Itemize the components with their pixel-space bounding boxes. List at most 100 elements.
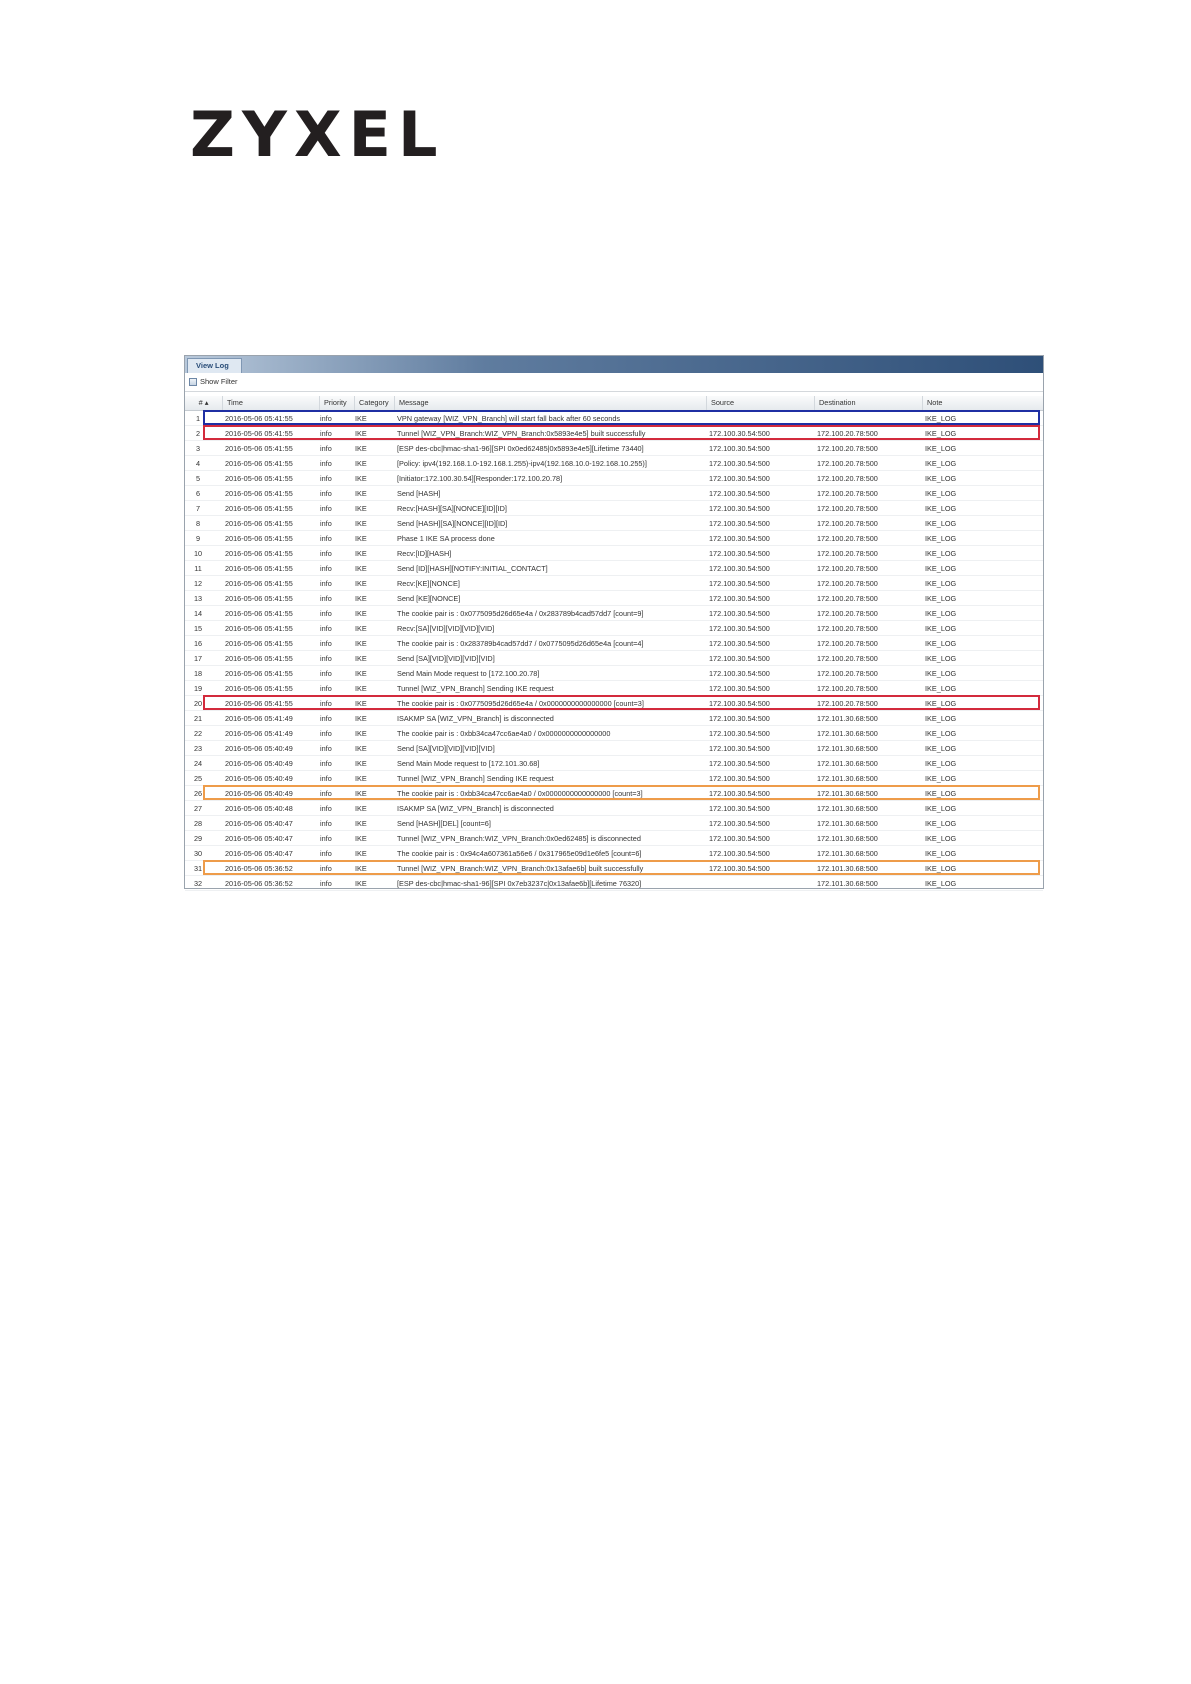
row-message: Send [SA][VID][VID][VID][VID] bbox=[397, 654, 495, 663]
log-row[interactable]: 14 2016-05-06 05:41:55 info IKE The cookie p… bbox=[185, 606, 1043, 621]
column-header-note[interactable]: Note bbox=[923, 396, 1043, 410]
row-category: IKE bbox=[355, 639, 367, 648]
log-row[interactable]: 24 2016-05-06 05:40:49 info IKE Send Main Mo… bbox=[185, 756, 1043, 771]
row-destination: 172.100.20.78:500 bbox=[817, 684, 878, 693]
row-source: 172.100.30.54:500 bbox=[709, 474, 770, 483]
row-note: IKE_LOG bbox=[925, 819, 957, 828]
column-header-priority[interactable]: Priority bbox=[320, 396, 355, 410]
log-row[interactable]: 11 2016-05-06 05:41:55 info IKE Send [ID][HA… bbox=[185, 561, 1043, 576]
row-time: 2016-05-06 05:40:47 bbox=[225, 819, 293, 828]
row-number: 16 bbox=[193, 639, 203, 648]
row-number: 10 bbox=[193, 549, 203, 558]
log-row[interactable]: 17 2016-05-06 05:41:55 info IKE Send [SA][VI… bbox=[185, 651, 1043, 666]
log-row[interactable]: 9 2016-05-06 05:41:55 info IKE Phase 1 IKE S… bbox=[185, 531, 1043, 546]
row-message: Recv:[KE][NONCE] bbox=[397, 579, 460, 588]
log-row[interactable]: 15 2016-05-06 05:41:55 info IKE Recv:[SA][VI… bbox=[185, 621, 1043, 636]
row-number: 9 bbox=[195, 534, 201, 543]
row-destination: 172.100.20.78:500 bbox=[817, 474, 878, 483]
row-priority: info bbox=[320, 624, 332, 633]
row-destination: 172.100.20.78:500 bbox=[817, 429, 878, 438]
row-category: IKE bbox=[355, 849, 367, 858]
row-note: IKE_LOG bbox=[925, 639, 957, 648]
log-row[interactable]: 31 2016-05-06 05:36:52 info IKE Tunnel [WIZ_… bbox=[185, 861, 1043, 876]
row-destination: 172.100.20.78:500 bbox=[817, 549, 878, 558]
row-category: IKE bbox=[355, 609, 367, 618]
row-destination: 172.100.20.78:500 bbox=[817, 489, 878, 498]
log-row[interactable]: 4 2016-05-06 05:41:55 info IKE [Policy: ipv4… bbox=[185, 456, 1043, 471]
log-row[interactable]: 16 2016-05-06 05:41:55 info IKE The cookie p… bbox=[185, 636, 1043, 651]
row-number: 18 bbox=[193, 669, 203, 678]
row-number: 14 bbox=[193, 609, 203, 618]
row-category: IKE bbox=[355, 774, 367, 783]
row-time: 2016-05-06 05:40:49 bbox=[225, 774, 293, 783]
log-row[interactable]: 18 2016-05-06 05:41:55 info IKE Send Main Mo… bbox=[185, 666, 1043, 681]
log-row[interactable]: 1 2016-05-06 05:41:55 info IKE VPN gateway [… bbox=[185, 411, 1043, 426]
log-row[interactable]: 27 2016-05-06 05:40:48 info IKE ISAKMP SA [W… bbox=[185, 801, 1043, 816]
row-priority: info bbox=[320, 564, 332, 573]
column-header-source[interactable]: Source bbox=[707, 396, 815, 410]
column-header-number[interactable]: # ▴ bbox=[185, 396, 223, 410]
row-note: IKE_LOG bbox=[925, 594, 957, 603]
log-row[interactable]: 23 2016-05-06 05:40:49 info IKE Send [SA][VI… bbox=[185, 741, 1043, 756]
row-category: IKE bbox=[355, 504, 367, 513]
row-note: IKE_LOG bbox=[925, 864, 957, 873]
row-message: Recv:[HASH][SA][NONCE][ID][ID] bbox=[397, 504, 507, 513]
row-time: 2016-05-06 05:41:55 bbox=[225, 624, 293, 633]
row-category: IKE bbox=[355, 714, 367, 723]
row-number: 24 bbox=[193, 759, 203, 768]
row-destination: 172.100.20.78:500 bbox=[817, 564, 878, 573]
column-header-message[interactable]: Message bbox=[395, 396, 707, 410]
row-source: 172.100.30.54:500 bbox=[709, 579, 770, 588]
log-row[interactable]: 28 2016-05-06 05:40:47 info IKE Send [HASH][… bbox=[185, 816, 1043, 831]
row-priority: info bbox=[320, 549, 332, 558]
row-note: IKE_LOG bbox=[925, 609, 957, 618]
row-note: IKE_LOG bbox=[925, 714, 957, 723]
row-number: 13 bbox=[193, 594, 203, 603]
log-row[interactable]: 2 2016-05-06 05:41:55 info IKE Tunnel [WIZ_V… bbox=[185, 426, 1043, 441]
row-category: IKE bbox=[355, 594, 367, 603]
log-row[interactable]: 19 2016-05-06 05:41:55 info IKE Tunnel [WIZ_… bbox=[185, 681, 1043, 696]
show-filter-link[interactable]: Show Filter bbox=[200, 373, 238, 391]
row-category: IKE bbox=[355, 864, 367, 873]
row-priority: info bbox=[320, 429, 332, 438]
row-time: 2016-05-06 05:41:55 bbox=[225, 519, 293, 528]
row-time: 2016-05-06 05:41:55 bbox=[225, 654, 293, 663]
log-row[interactable]: 30 2016-05-06 05:40:47 info IKE The cookie p… bbox=[185, 846, 1043, 861]
log-row[interactable]: 10 2016-05-06 05:41:55 info IKE Recv:[ID][HA… bbox=[185, 546, 1043, 561]
row-note: IKE_LOG bbox=[925, 474, 957, 483]
row-priority: info bbox=[320, 609, 332, 618]
log-row[interactable]: 12 2016-05-06 05:41:55 info IKE Recv:[KE][NO… bbox=[185, 576, 1043, 591]
log-row[interactable]: 13 2016-05-06 05:41:55 info IKE Send [KE][NO… bbox=[185, 591, 1043, 606]
row-source: 172.100.30.54:500 bbox=[709, 669, 770, 678]
log-row[interactable]: 26 2016-05-06 05:40:49 info IKE The cookie p… bbox=[185, 786, 1043, 801]
column-header-destination[interactable]: Destination bbox=[815, 396, 923, 410]
log-row[interactable]: 7 2016-05-06 05:41:55 info IKE Recv:[HASH][S… bbox=[185, 501, 1043, 516]
column-header-time[interactable]: Time bbox=[223, 396, 320, 410]
row-priority: info bbox=[320, 534, 332, 543]
log-row[interactable]: 22 2016-05-06 05:41:49 info IKE The cookie p… bbox=[185, 726, 1043, 741]
row-priority: info bbox=[320, 864, 332, 873]
row-destination: 172.101.30.68:500 bbox=[817, 879, 878, 888]
filter-icon[interactable] bbox=[189, 378, 197, 386]
row-number: 5 bbox=[195, 474, 201, 483]
log-row[interactable]: 8 2016-05-06 05:41:55 info IKE Send [HASH][S… bbox=[185, 516, 1043, 531]
row-time: 2016-05-06 05:41:55 bbox=[225, 669, 293, 678]
log-row[interactable]: 29 2016-05-06 05:40:47 info IKE Tunnel [WIZ_… bbox=[185, 831, 1043, 846]
row-destination: 172.100.20.78:500 bbox=[817, 519, 878, 528]
log-row[interactable]: 32 2016-05-06 05:36:52 info IKE [ESP des-cbc… bbox=[185, 876, 1043, 891]
log-row[interactable]: 25 2016-05-06 05:40:49 info IKE Tunnel [WIZ_… bbox=[185, 771, 1043, 786]
row-number: 7 bbox=[195, 504, 201, 513]
log-row[interactable]: 3 2016-05-06 05:41:55 info IKE [ESP des-cbc|… bbox=[185, 441, 1043, 456]
row-destination: 172.100.20.78:500 bbox=[817, 594, 878, 603]
log-row[interactable]: 21 2016-05-06 05:41:49 info IKE ISAKMP SA [W… bbox=[185, 711, 1043, 726]
log-row[interactable]: 20 2016-05-06 05:41:55 info IKE The cookie p… bbox=[185, 696, 1043, 711]
log-row[interactable]: 5 2016-05-06 05:41:55 info IKE [Initiator:17… bbox=[185, 471, 1043, 486]
log-row[interactable]: 6 2016-05-06 05:41:55 info IKE Send [HASH] 17… bbox=[185, 486, 1043, 501]
tab-view-log[interactable]: View Log bbox=[187, 358, 242, 373]
row-time: 2016-05-06 05:40:47 bbox=[225, 849, 293, 858]
row-message: Send [HASH][SA][NONCE][ID][ID] bbox=[397, 519, 508, 528]
log-table-body: 1 2016-05-06 05:41:55 info IKE VPN gateway [… bbox=[185, 410, 1043, 891]
row-category: IKE bbox=[355, 819, 367, 828]
column-header-category[interactable]: Category bbox=[355, 396, 395, 410]
row-note: IKE_LOG bbox=[925, 789, 957, 798]
